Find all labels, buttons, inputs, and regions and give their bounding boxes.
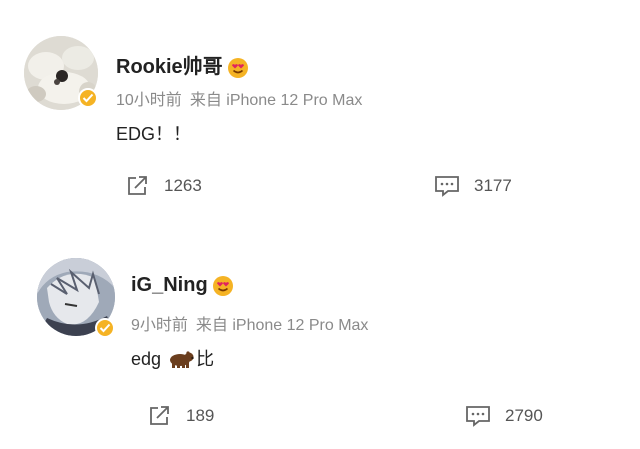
post-content-suffix: 比 [196, 349, 215, 369]
repost-button[interactable]: 189 [148, 405, 214, 427]
post-content: EDG！！ [116, 124, 192, 144]
smiling-face-with-heart-eyes-icon [212, 275, 234, 297]
repost-button[interactable]: 1263 [126, 175, 202, 197]
username-text[interactable]: iG_Ning [131, 274, 208, 296]
comment-icon [466, 406, 490, 427]
verified-badge-icon [95, 318, 115, 338]
username[interactable]: iG_Ning [131, 274, 234, 297]
post-time: 10小时前 [116, 92, 182, 109]
post-2: iG_Ning 9小时前 来自 iPhone 12 Pro Max edg 比 … [0, 224, 640, 449]
comment-count: 2790 [505, 406, 543, 425]
username[interactable]: Rookie帅哥 [116, 50, 249, 79]
post-source: 来自 iPhone 12 Pro Max [195, 317, 369, 334]
post-source: 来自 iPhone 12 Pro Max [189, 92, 363, 109]
comment-button[interactable]: 2790 [465, 405, 543, 427]
bear-icon [168, 350, 194, 373]
post-time: 9小时前 [131, 317, 188, 334]
post-meta: 9小时前 来自 iPhone 12 Pro Max [131, 311, 368, 335]
smiling-face-with-heart-eyes-icon [227, 57, 249, 79]
post-1: Rookie帅哥 10小时前 来自 iPhone 12 Pro Max EDG！！… [0, 0, 640, 224]
repost-icon [150, 406, 169, 425]
verified-badge-icon [78, 88, 98, 108]
username-text[interactable]: Rookie帅哥 [116, 56, 223, 78]
repost-icon [128, 176, 147, 195]
comment-count: 3177 [474, 176, 512, 195]
comment-button[interactable]: 3177 [434, 175, 512, 197]
comment-icon [435, 176, 459, 197]
post-content-prefix: edg [131, 349, 162, 369]
repost-count: 1263 [164, 176, 202, 195]
post-content: edg 比 [131, 345, 214, 373]
repost-count: 189 [186, 406, 215, 425]
post-meta: 10小时前 来自 iPhone 12 Pro Max [116, 86, 362, 110]
